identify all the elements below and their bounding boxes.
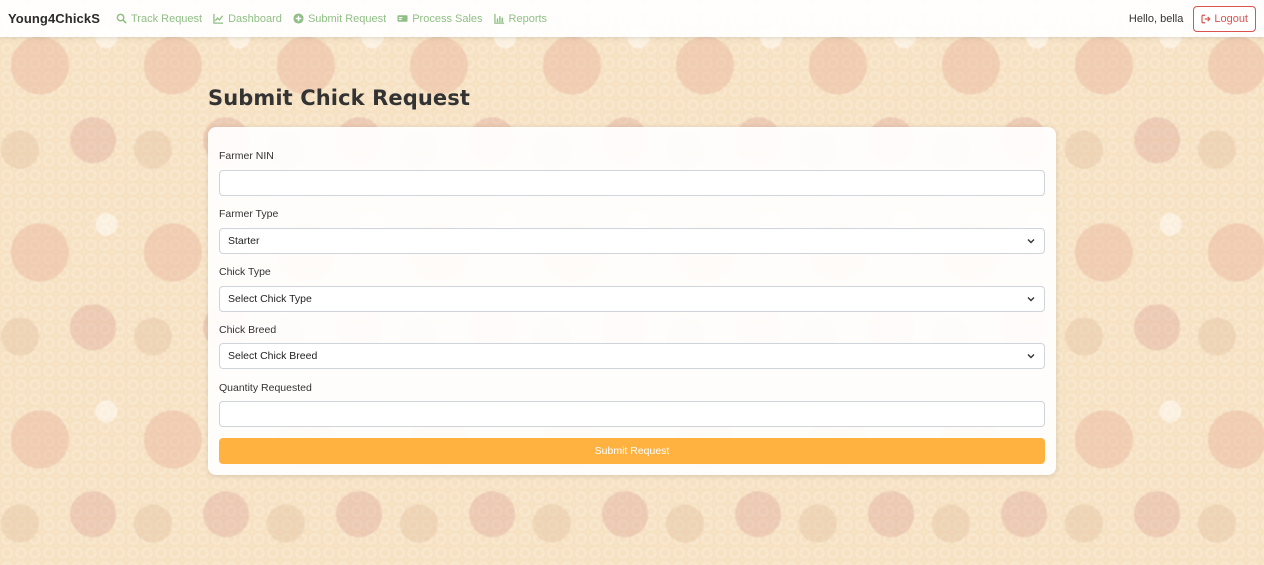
nav-label: Submit Request	[307, 12, 387, 25]
top-navbar: Young4ChickS Track Request Dashboard Sub…	[0, 0, 1264, 37]
chick-breed-label: Chick Breed	[219, 324, 277, 336]
user-greeting: Hello, bella	[1128, 12, 1184, 25]
chevron-down-icon	[1027, 354, 1035, 359]
quantity-input[interactable]	[219, 401, 1045, 427]
chevron-down-icon	[1027, 297, 1035, 302]
chick-type-value: Select Chick Type	[228, 293, 312, 305]
quantity-label: Quantity Requested	[219, 382, 312, 394]
farmer-nin-label: Farmer NIN	[219, 150, 274, 162]
farmer-type-select[interactable]: Starter	[219, 228, 1045, 254]
nav-dashboard[interactable]: Dashboard	[213, 13, 282, 25]
nav-label: Dashboard	[228, 12, 282, 25]
nav-track-request[interactable]: Track Request	[116, 13, 202, 25]
submit-request-button[interactable]: Submit Request	[219, 438, 1045, 464]
page-title: Submit Chick Request	[208, 86, 470, 110]
nav-reports[interactable]: Reports	[493, 12, 548, 25]
chevron-down-icon	[1027, 239, 1035, 244]
plus-circle-icon	[293, 13, 304, 24]
nav-right-section: Hello, bella Logout	[1128, 5, 1256, 32]
farmer-nin-input[interactable]	[219, 170, 1045, 196]
chick-breed-value: Select Chick Breed	[228, 350, 318, 362]
farmer-type-label: Farmer Type	[219, 208, 279, 220]
sign-out-icon	[1201, 14, 1211, 23]
nav-label: Track Request	[130, 12, 203, 25]
chick-type-label: Chick Type	[219, 266, 271, 278]
chart-bar-icon	[493, 13, 504, 24]
submit-request-form: Farmer NIN Farmer Type Starter Chick Typ…	[208, 127, 1056, 475]
search-icon	[116, 13, 127, 24]
chart-line-icon	[213, 13, 224, 24]
money-bill-icon	[397, 15, 408, 22]
nav-label: Reports	[508, 12, 548, 25]
nav-submit-request[interactable]: Submit Request	[293, 13, 386, 25]
nav-process-sales[interactable]: Process Sales	[397, 12, 483, 25]
logout-button[interactable]: Logout	[1193, 5, 1256, 32]
chick-breed-select[interactable]: Select Chick Breed	[219, 343, 1045, 369]
nav-label: Process Sales	[412, 12, 483, 25]
logout-label: Logout	[1214, 12, 1248, 25]
brand-logo[interactable]: Young4ChickS	[8, 11, 100, 26]
farmer-type-value: Starter	[228, 235, 260, 247]
chick-type-select[interactable]: Select Chick Type	[219, 286, 1045, 312]
